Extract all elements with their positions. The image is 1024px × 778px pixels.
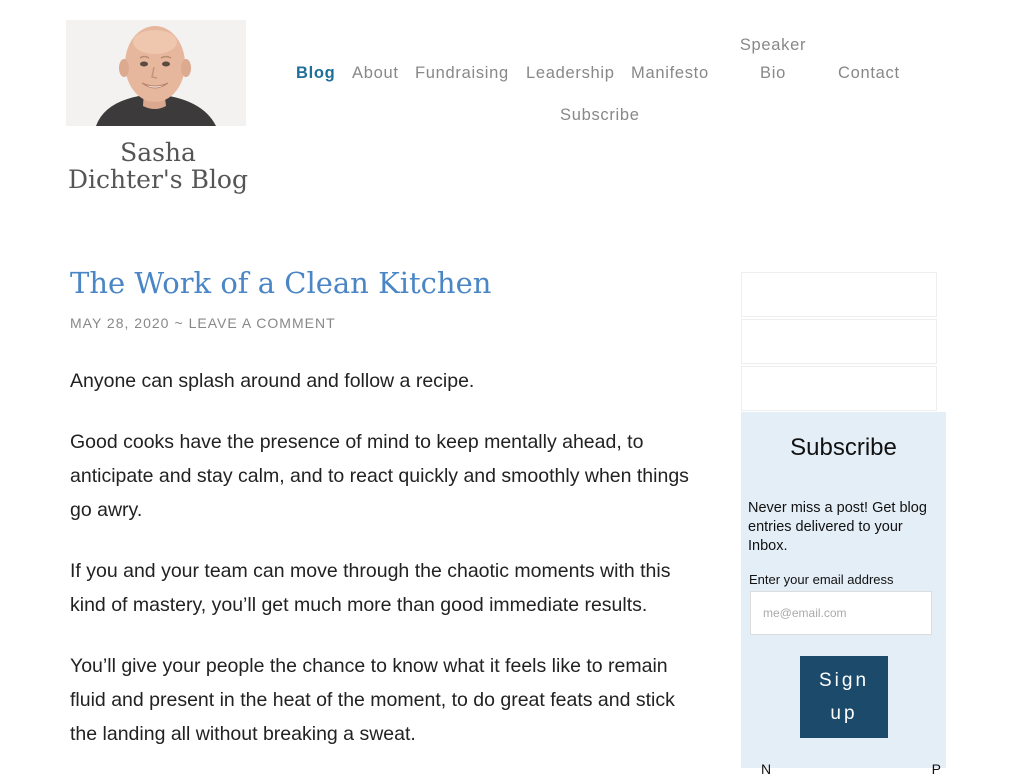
subscribe-description: Never miss a post! Get blog entries deli… — [748, 500, 927, 554]
sidebar-widget-empty — [741, 366, 937, 411]
subscribe-footer: N P — [761, 761, 941, 777]
nav-item-blog[interactable]: Blog — [296, 63, 335, 83]
sidebar-widget-empty — [741, 272, 937, 317]
nav-item-manifesto[interactable]: Manifesto — [631, 63, 709, 83]
post-paragraph: If you and your team can move through th… — [70, 560, 671, 616]
sidebar-widget-empty — [741, 319, 937, 364]
nav-item-fundraising[interactable]: Fundraising — [415, 63, 509, 83]
post-paragraph: Good cooks have the presence of mind to … — [70, 431, 689, 521]
sign-up-button[interactable]: Sign up — [800, 656, 888, 738]
subscribe-footer-left: N — [761, 761, 772, 777]
post-meta: MAY 28, 2020 ~ LEAVE A COMMENT — [70, 315, 336, 331]
site-title[interactable]: Sasha Dichter's Blog — [60, 139, 256, 193]
post-body: Anyone can splash around and follow a re… — [70, 364, 702, 778]
meta-separator: ~ — [174, 315, 184, 331]
subscribe-title: Subscribe — [790, 434, 897, 461]
author-avatar[interactable] — [66, 20, 246, 126]
email-label: Enter your email address — [749, 572, 894, 587]
post-date[interactable]: MAY 28, 2020 — [70, 315, 169, 331]
post-paragraph: You’ll give your people the chance to kn… — [70, 655, 675, 745]
subscribe-widget: Subscribe Never miss a post! Get blog en… — [741, 412, 946, 777]
nav-item-leadership[interactable]: Leadership — [526, 63, 615, 83]
nav-item-about[interactable]: About — [352, 63, 399, 83]
post-title[interactable]: The Work of a Clean Kitchen — [70, 266, 491, 300]
email-input[interactable] — [750, 591, 932, 635]
nav-item-contact[interactable]: Contact — [838, 63, 900, 83]
post-paragraph: Anyone can splash around and follow a re… — [70, 370, 475, 392]
subscribe-footer-right: P — [931, 761, 941, 777]
author-photo — [66, 20, 246, 126]
nav-item-speaker-bio[interactable]: Speaker Bio — [733, 31, 813, 87]
nav-item-subscribe[interactable]: Subscribe — [560, 105, 640, 125]
leave-comment-link[interactable]: LEAVE A COMMENT — [189, 315, 336, 331]
